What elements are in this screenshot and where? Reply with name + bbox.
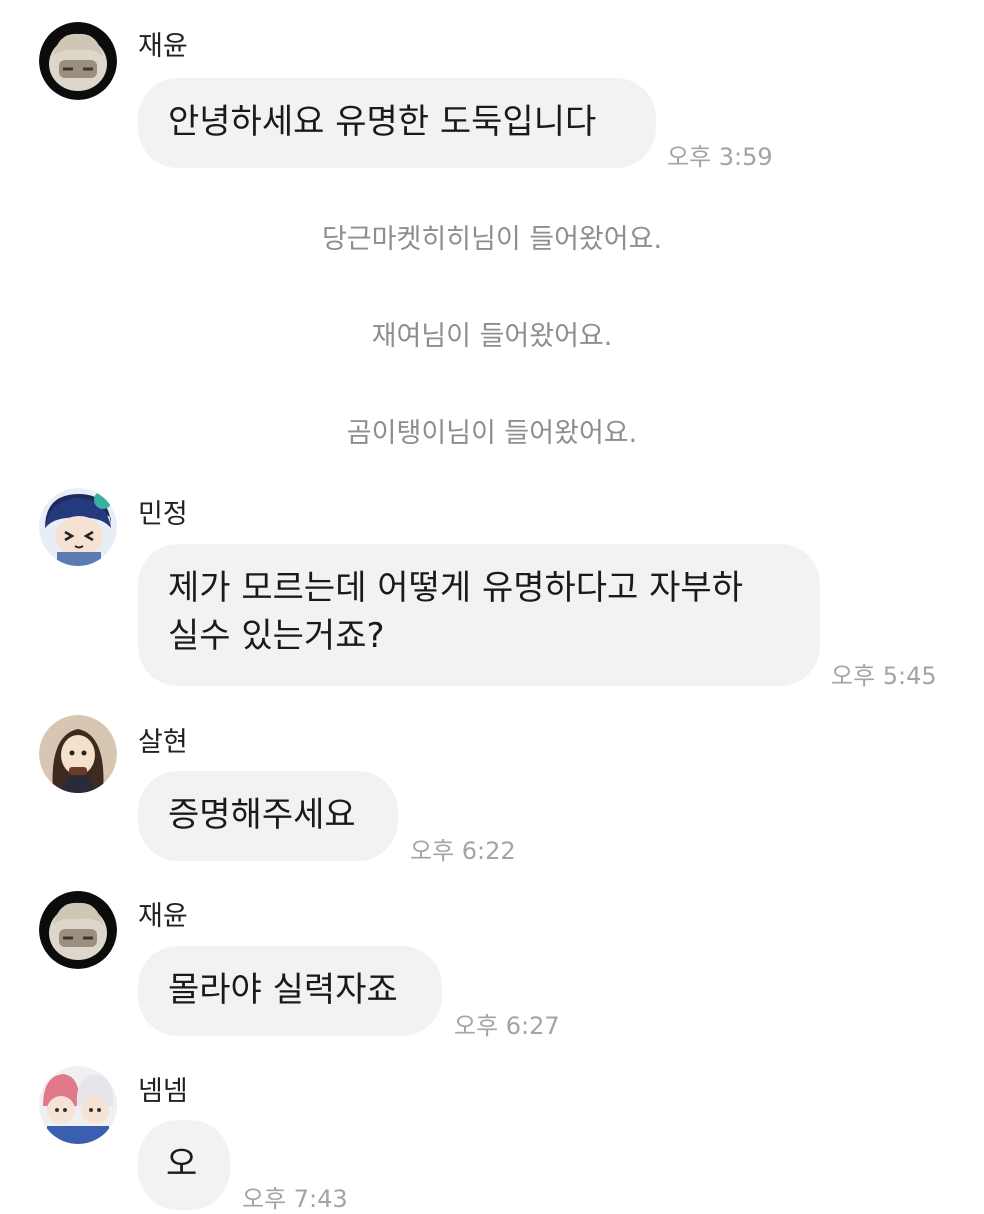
message-time: 오후 7:43 (242, 1185, 348, 1213)
avatar[interactable] (39, 1066, 117, 1144)
message-time: 오후 6:22 (410, 837, 516, 865)
sender-name: 넴넴 (138, 1076, 188, 1107)
message-bubble[interactable]: 안녕하세요 유명한 도둑입니다 (138, 78, 656, 168)
message-time: 오후 6:27 (454, 1012, 560, 1040)
message-bubble[interactable]: 오 (138, 1120, 230, 1210)
message-text-line: 제가 모르는데 어떻게 유명하다고 자부하 (168, 568, 743, 608)
avatar[interactable] (39, 891, 117, 969)
system-notice: 재여님이 들어왔어요. (371, 321, 613, 352)
message-bubble[interactable]: 증명해주세요 (138, 771, 398, 861)
message-time: 오후 5:45 (831, 662, 937, 690)
system-notice: 당근마켓히히님이 들어왔어요. (321, 224, 663, 255)
message-bubble[interactable]: 제가 모르는데 어떻게 유명하다고 자부하 실수 있는거죠? (138, 544, 820, 686)
sender-name: 살현 (138, 727, 188, 758)
avatar[interactable] (39, 715, 117, 793)
avatar[interactable] (39, 22, 117, 100)
system-notice: 곰이탱이님이 들어왔어요. (346, 418, 638, 449)
sender-name: 민정 (138, 499, 188, 530)
message-time: 오후 3:59 (667, 143, 773, 171)
sender-name: 재윤 (138, 901, 188, 932)
message-text-line: 실수 있는거죠? (168, 616, 385, 656)
avatar[interactable] (39, 488, 117, 566)
sender-name: 재윤 (138, 31, 188, 62)
message-bubble[interactable]: 몰라야 실력자죠 (138, 946, 442, 1036)
